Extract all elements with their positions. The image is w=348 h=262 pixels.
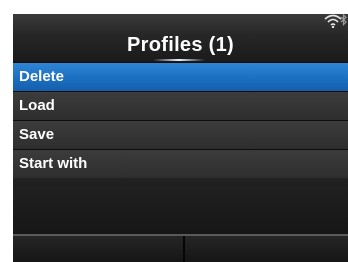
menu-item-label: Save bbox=[19, 126, 55, 143]
menu-item-label: Delete bbox=[19, 68, 65, 85]
menu-item-delete[interactable]: Delete bbox=[13, 62, 348, 91]
device-screen: Profiles (1) Delete Load Save Start with bbox=[13, 14, 348, 262]
title-bar: Profiles (1) bbox=[13, 14, 348, 62]
soft-key-left[interactable] bbox=[13, 236, 183, 262]
page-title: Profiles (1) bbox=[127, 34, 234, 56]
soft-key-right[interactable] bbox=[185, 236, 348, 262]
menu-item-load[interactable]: Load bbox=[13, 91, 348, 120]
title-underline bbox=[153, 59, 205, 61]
menu-item-label: Load bbox=[19, 97, 55, 114]
menu-item-label: Start with bbox=[19, 155, 88, 172]
menu-empty-area bbox=[13, 178, 348, 234]
bluetooth-icon bbox=[340, 14, 347, 26]
menu-item-save[interactable]: Save bbox=[13, 120, 348, 149]
profiles-menu: Delete Load Save Start with bbox=[13, 62, 348, 178]
menu-item-start-with[interactable]: Start with bbox=[13, 149, 348, 178]
soft-key-bar bbox=[13, 234, 348, 262]
